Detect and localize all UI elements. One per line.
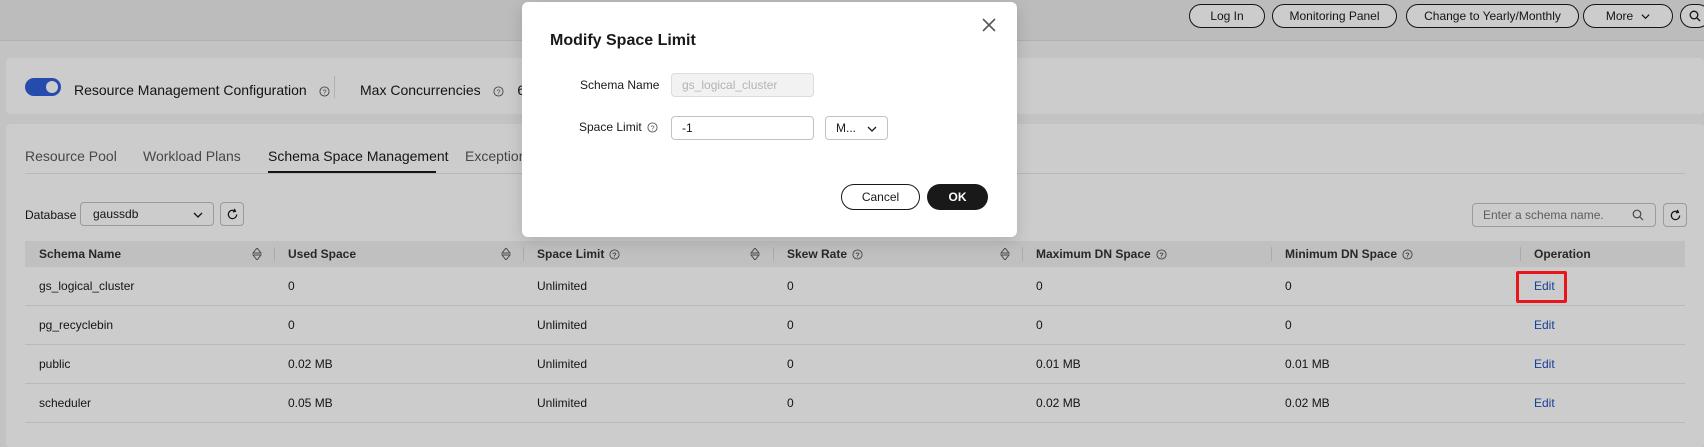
- cancel-button[interactable]: Cancel: [841, 184, 920, 210]
- help-icon[interactable]: ?: [647, 121, 658, 133]
- space-limit-input[interactable]: [671, 116, 814, 140]
- modify-space-limit-dialog: Modify Space Limit Schema Name Space Lim…: [522, 2, 1017, 237]
- schema-name-label: Schema Name: [580, 78, 659, 92]
- svg-text:?: ?: [650, 123, 654, 132]
- schema-name-label-text: Schema Name: [580, 78, 660, 92]
- unit-value: M...: [836, 121, 856, 135]
- dialog-title: Modify Space Limit: [550, 32, 696, 49]
- chevron-down-icon: [867, 126, 877, 132]
- space-limit-label: Space Limit ?: [579, 120, 658, 134]
- space-limit-label-text: Space Limit: [579, 120, 642, 134]
- ok-label: OK: [948, 190, 967, 204]
- ok-button[interactable]: OK: [927, 184, 988, 210]
- cancel-label: Cancel: [861, 190, 900, 204]
- space-unit-select[interactable]: M...: [825, 116, 888, 140]
- schema-name-field: [671, 73, 814, 97]
- close-icon[interactable]: [980, 16, 998, 34]
- edit-highlight-box: [1516, 271, 1567, 303]
